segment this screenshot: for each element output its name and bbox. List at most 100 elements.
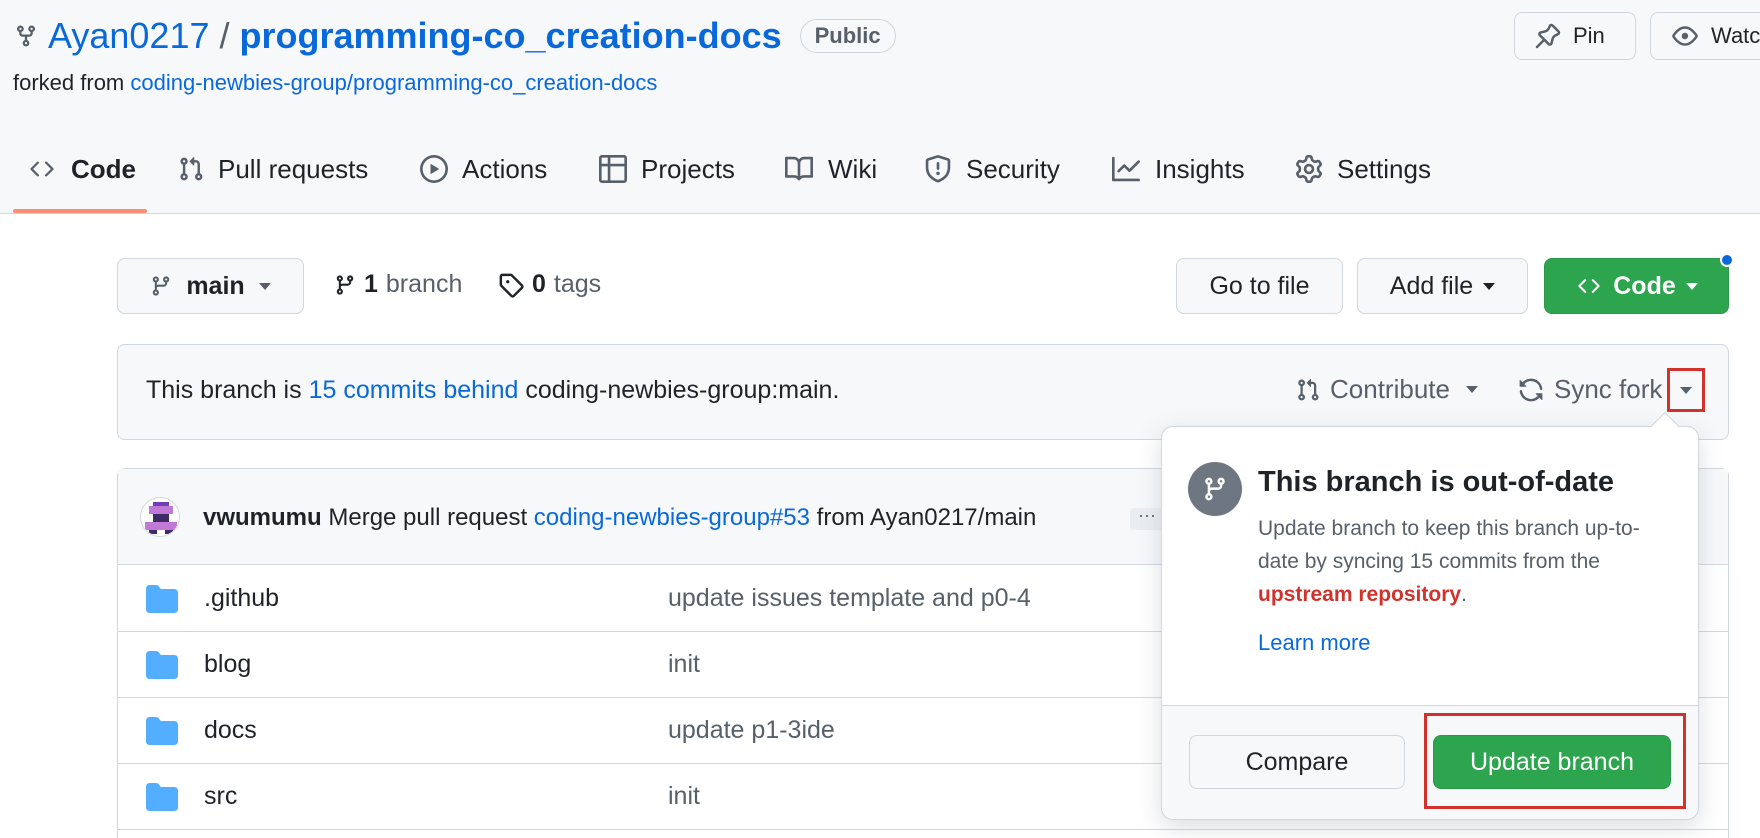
sync-icon (1518, 377, 1544, 403)
tab-label: Insights (1155, 153, 1245, 184)
tags-link[interactable]: 0 tags (498, 270, 601, 299)
branch-select-button[interactable]: main (117, 258, 304, 314)
popover-title: This branch is out-of-date (1258, 466, 1615, 498)
shield-icon (924, 155, 952, 183)
repo-owner-link[interactable]: Ayan0217 (48, 15, 210, 57)
repo-name-link[interactable]: programming-co_creation-docs (240, 15, 782, 57)
chevron-down-icon (1483, 282, 1496, 290)
tab-label: Settings (1337, 153, 1431, 184)
tab-code[interactable]: Code (27, 124, 136, 214)
file-name-link[interactable]: docs (204, 716, 257, 745)
tag-icon (498, 272, 524, 298)
tab-label: Code (71, 153, 136, 184)
file-commit-message[interactable]: init (668, 782, 700, 811)
tab-actions[interactable]: Actions (420, 124, 547, 214)
branches-link[interactable]: 1 branch (334, 270, 462, 299)
forked-from-line: forked from coding-newbies-group/program… (13, 70, 657, 96)
learn-more-link[interactable]: Learn more (1258, 630, 1371, 656)
pin-button[interactable]: Pin (1514, 12, 1636, 60)
commits-behind-link[interactable]: 15 commits behind (309, 376, 519, 404)
commit-author[interactable]: vwumumu (203, 504, 322, 531)
compare-label: Compare (1245, 747, 1349, 776)
tab-label: Security (966, 153, 1060, 184)
tab-projects[interactable]: Projects (599, 124, 735, 214)
compare-button[interactable]: Compare (1189, 735, 1405, 789)
pull-request-icon (178, 155, 204, 183)
pull-request-icon (1296, 376, 1320, 404)
update-branch-label: Update branch (1469, 747, 1634, 776)
watch-label: Watc (1711, 23, 1760, 48)
folder-icon (146, 651, 178, 679)
chevron-down-icon (258, 282, 271, 290)
fork-status-suffix: coding-newbies-group:main. (518, 376, 840, 404)
sync-fork-button[interactable]: Sync fork (1518, 374, 1662, 405)
pull-request-link[interactable]: coding-newbies-group#53 (534, 504, 810, 531)
go-to-file-button[interactable]: Go to file (1176, 258, 1343, 314)
code-button-label: Code (1613, 271, 1676, 300)
folder-icon (146, 585, 178, 613)
git-branch-icon (1188, 462, 1242, 516)
popover-description: Update branch to keep this branch up-to-… (1258, 512, 1678, 611)
fork-icon (14, 22, 38, 50)
file-name-link[interactable]: blog (204, 650, 251, 679)
contribute-label: Contribute (1330, 374, 1450, 404)
branch-count: 1 (364, 270, 378, 298)
commit-message-suffix: from Ayan0217/main (809, 504, 1037, 531)
tab-pull-requests[interactable]: Pull requests (178, 124, 368, 214)
pin-label: Pin (1573, 23, 1605, 48)
upstream-repository-link[interactable]: upstream repository (1258, 583, 1461, 606)
tab-label: Wiki (828, 153, 878, 184)
repo-title-line: Ayan0217 / programming-co_creation-docs … (14, 14, 896, 58)
fork-status-prefix: This branch is (146, 376, 309, 404)
expand-commit-message-button[interactable]: ··· (1130, 506, 1164, 530)
tab-insights[interactable]: Insights (1111, 124, 1245, 214)
tab-label: Actions (462, 153, 548, 184)
branch-word: branch (385, 270, 463, 298)
forked-from-label: forked from (13, 70, 131, 95)
code-icon (1575, 275, 1603, 297)
chevron-down-icon (1465, 386, 1478, 393)
book-icon (784, 155, 814, 183)
play-icon (420, 155, 448, 183)
popover-description-text: Update branch to keep this branch up-to-… (1258, 517, 1640, 573)
update-branch-button[interactable]: Update branch (1433, 735, 1671, 789)
file-commit-message[interactable]: init (668, 650, 700, 679)
code-dropdown-button[interactable]: Code (1544, 258, 1729, 314)
chevron-down-icon (1685, 282, 1698, 290)
branch-name: main (186, 271, 245, 300)
branch-icon (334, 272, 356, 298)
add-file-button[interactable]: Add file (1357, 258, 1528, 314)
tab-label: Pull requests (218, 153, 369, 184)
chevron-down-icon (1680, 386, 1692, 394)
pin-icon (1535, 23, 1561, 49)
active-tab-indicator (13, 209, 147, 213)
notification-dot (1720, 253, 1734, 267)
tab-wiki[interactable]: Wiki (784, 124, 877, 214)
code-icon (27, 157, 57, 181)
file-name-link[interactable]: src (204, 782, 237, 811)
watch-button[interactable]: Watc (1650, 12, 1760, 60)
table-icon (599, 155, 627, 183)
graph-icon (1111, 155, 1141, 183)
file-commit-message[interactable]: update p1-3ide (668, 716, 835, 745)
latest-commit-message: vwumumu Merge pull request coding-newbie… (203, 504, 1036, 532)
file-name-link[interactable]: .github (204, 584, 279, 613)
folder-icon (146, 783, 178, 811)
sync-fork-label: Sync fork (1554, 374, 1663, 404)
file-commit-message[interactable]: update issues template and p0-4 (668, 584, 1031, 613)
tab-security[interactable]: Security (924, 124, 1060, 214)
popover-description-end: . (1461, 583, 1467, 606)
tab-label: Projects (641, 153, 735, 184)
forked-source-link[interactable]: coding-newbies-group/programming-co_crea… (130, 70, 657, 95)
tab-settings[interactable]: Settings (1295, 124, 1431, 214)
commit-message-prefix: Merge pull request (321, 504, 534, 531)
gear-icon (1295, 155, 1323, 183)
go-to-file-label: Go to file (1209, 271, 1310, 300)
sync-fork-dropdown-toggle[interactable] (1667, 368, 1705, 412)
contribute-button[interactable]: Contribute (1296, 374, 1478, 405)
avatar[interactable] (140, 497, 180, 537)
add-file-label: Add file (1389, 271, 1474, 300)
repo-path-separator: / (219, 15, 230, 56)
fork-status-text: This branch is 15 commits behind coding-… (146, 376, 839, 405)
folder-icon (146, 717, 178, 745)
